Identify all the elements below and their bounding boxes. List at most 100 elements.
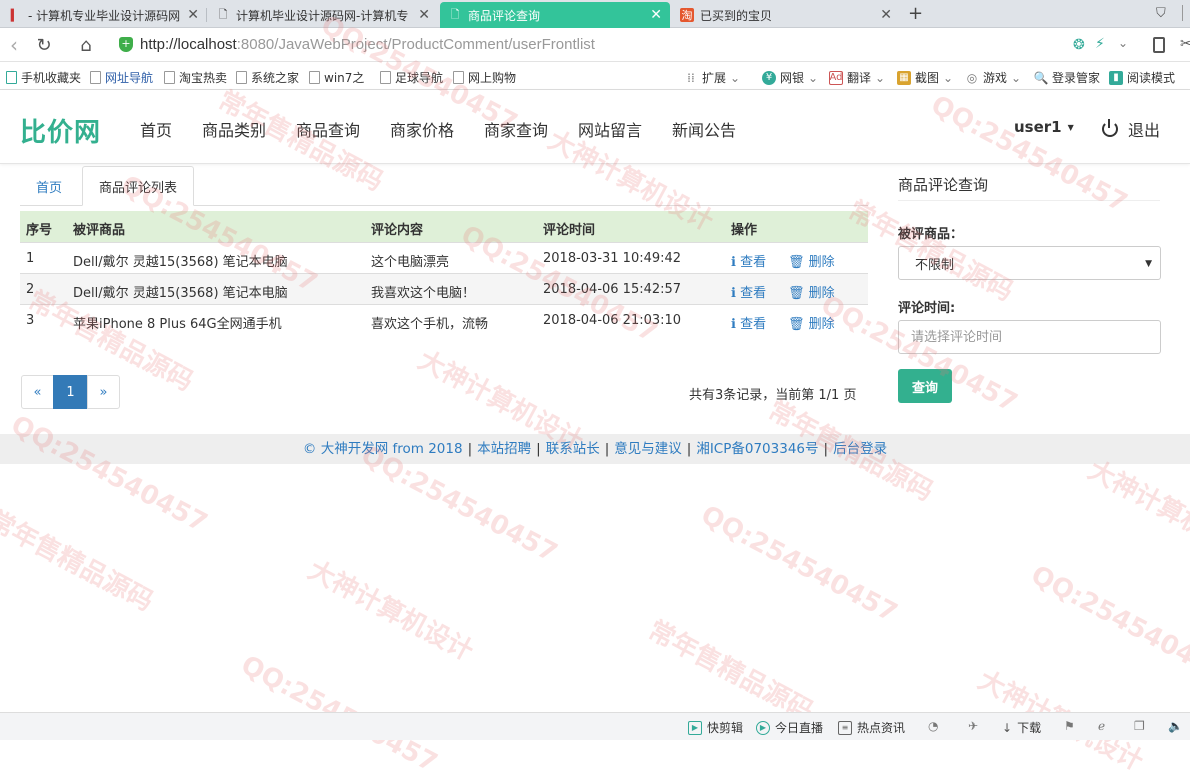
row-time: 2018-04-06 15:42:57 bbox=[543, 282, 682, 297]
breadcrumb-home[interactable]: 首页 bbox=[20, 166, 78, 206]
browser-tab-active[interactable]: 🗋 商品评论查询 ✕ bbox=[440, 2, 670, 28]
comment-time-input[interactable] bbox=[898, 320, 1161, 354]
table-row: 3 苹果iPhone 8 Plus 64G全网通手机 喜欢这个手机，流畅 201… bbox=[20, 304, 868, 335]
bookmark-item[interactable]: 手机收藏夹 bbox=[6, 69, 81, 86]
flag-icon[interactable]: ⚑ bbox=[1064, 719, 1075, 733]
view-button[interactable]: ℹ 查看 bbox=[731, 282, 766, 301]
bookmark-item[interactable]: 足球导航 bbox=[380, 69, 443, 86]
user-menu[interactable]: user1 ▼ bbox=[1014, 118, 1074, 136]
extensions-button[interactable]: ⁞⁞ 扩展 ⌄ bbox=[684, 69, 740, 86]
search-button[interactable]: 查询 bbox=[898, 369, 952, 403]
games-button[interactable]: ◎ 游戏 ⌄ bbox=[965, 69, 1021, 86]
trash-icon: 🗑 bbox=[788, 286, 805, 301]
footer-link[interactable]: 联系站长 bbox=[546, 441, 600, 457]
scissors-icon[interactable]: ✂ bbox=[1180, 36, 1190, 52]
view-button[interactable]: ℹ 查看 bbox=[731, 251, 766, 270]
chevron-down-icon[interactable]: ⌄ bbox=[1118, 36, 1128, 50]
nav-product-category[interactable]: 商品类别 bbox=[202, 117, 266, 141]
nav-product-search[interactable]: 商品查询 bbox=[296, 117, 360, 141]
bookmark-item[interactable]: 网上购物 bbox=[453, 69, 516, 86]
bookmark-item[interactable]: win7之 bbox=[309, 69, 364, 86]
page-icon bbox=[90, 71, 101, 84]
refresh-plugin-icon[interactable]: ❂ bbox=[1073, 37, 1085, 53]
document-icon: 🗋 bbox=[218, 7, 228, 21]
window-control[interactable] bbox=[1182, 5, 1190, 21]
shirt-icon[interactable]: ⛉ bbox=[1156, 6, 1166, 21]
delete-button[interactable]: 🗑 删除 bbox=[788, 251, 835, 270]
reload-icon[interactable]: ↻ bbox=[32, 34, 56, 56]
close-icon[interactable]: ✕ bbox=[418, 7, 430, 23]
news-icon: ≡ bbox=[838, 720, 852, 735]
lightning-icon[interactable]: ⚡ bbox=[1095, 36, 1105, 52]
close-icon[interactable]: ✕ bbox=[187, 7, 199, 23]
phone-icon[interactable] bbox=[1153, 37, 1165, 53]
download-button[interactable]: ↓ 下载 bbox=[1002, 719, 1041, 736]
row-time: 2018-04-06 21:03:10 bbox=[543, 313, 682, 328]
caret-down-icon: ▼ bbox=[1145, 259, 1152, 269]
translate-icon: Ad bbox=[829, 70, 843, 85]
translate-button[interactable]: Ad 翻译 ⌄ bbox=[829, 69, 885, 86]
url-host: http://localhost bbox=[140, 36, 237, 53]
url-field[interactable]: http://localhost:8080/JavaWebProject/Pro… bbox=[140, 36, 595, 53]
prev-page-button[interactable]: « bbox=[21, 375, 54, 409]
browser-e-icon[interactable]: ℯ bbox=[1098, 719, 1105, 733]
table-row: 2 Dell/戴尔 灵越15(3568) 笔记本电脑 我喜欢这个电脑！ 2018… bbox=[20, 273, 868, 304]
browser-tab[interactable]: 淘 已买到的宝贝 ✕ bbox=[672, 2, 900, 28]
nav-merchant-price[interactable]: 商家价格 bbox=[390, 117, 454, 141]
browser-tab[interactable]: ▍ - 计算机专业毕业设计源码网 ✕ bbox=[0, 2, 207, 28]
user-name: user1 bbox=[1014, 118, 1062, 136]
browser-status-bar: ▶ 快剪辑 ▶ 今日直播 ≡ 热点资讯 ◔ ✈ ↓ 下载 ⚑ ℯ ❐ 🔈 bbox=[0, 712, 1190, 740]
delete-button[interactable]: 🗑 删除 bbox=[788, 313, 835, 332]
live-button[interactable]: ▶ 今日直播 bbox=[756, 719, 823, 736]
caret-down-icon: ▼ bbox=[1067, 123, 1074, 132]
new-tab-button[interactable]: + bbox=[908, 3, 923, 24]
back-icon[interactable]: ‹ bbox=[2, 33, 26, 57]
security-shield-icon[interactable]: + bbox=[119, 37, 133, 52]
window-icon[interactable]: ❐ bbox=[1134, 719, 1145, 733]
product-select[interactable]: 不限制 ▼ bbox=[898, 246, 1161, 280]
breadcrumb-current[interactable]: 商品评论列表 bbox=[82, 166, 195, 206]
address-bar: ‹ ↻ ⌂ + http://localhost:8080/JavaWebPro… bbox=[0, 28, 1190, 62]
bookmarks-bar: 手机收藏夹 网址导航 淘宝热卖 系统之家 win7之 足球导航 网上购物 ⁞⁞ 扩… bbox=[0, 62, 1190, 90]
bank-button[interactable]: ¥ 网银 ⌄ bbox=[762, 69, 818, 86]
download-icon: ↓ bbox=[1002, 720, 1013, 735]
copyright: © 大神开发网 from 2018 bbox=[302, 441, 463, 457]
hot-news-button[interactable]: ≡ 热点资讯 bbox=[838, 719, 905, 736]
chevron-down-icon: ⌄ bbox=[1011, 70, 1022, 85]
bookmark-item[interactable]: 网址导航 bbox=[90, 69, 153, 86]
row-product: Dell/戴尔 灵越15(3568) 笔记本电脑 bbox=[73, 255, 288, 270]
bookmark-item[interactable]: 淘宝热卖 bbox=[164, 69, 227, 86]
row-product: 苹果iPhone 8 Plus 64G全网通手机 bbox=[73, 317, 282, 332]
site-logo[interactable]: 比价网 bbox=[20, 112, 101, 149]
next-page-button[interactable]: » bbox=[87, 375, 120, 409]
table-divider bbox=[20, 304, 868, 305]
close-icon[interactable]: ✕ bbox=[880, 7, 892, 23]
reader-mode-button[interactable]: ▮ 阅读模式 bbox=[1109, 69, 1175, 86]
nav-news[interactable]: 新闻公告 bbox=[672, 117, 736, 141]
logout-button[interactable]: 退出 bbox=[1102, 117, 1160, 141]
login-manager-button[interactable]: 🔍 登录管家 bbox=[1034, 69, 1100, 86]
nav-guestbook[interactable]: 网站留言 bbox=[578, 117, 642, 141]
footer-link[interactable]: 湘ICP备0703346号 bbox=[696, 441, 818, 457]
nav-home[interactable]: 首页 bbox=[140, 117, 172, 141]
view-button[interactable]: ℹ 查看 bbox=[731, 313, 766, 332]
current-page-button[interactable]: 1 bbox=[53, 375, 88, 409]
delete-button[interactable]: 🗑 删除 bbox=[788, 282, 835, 301]
footer-link[interactable]: 本站招聘 bbox=[477, 441, 531, 457]
nav-merchant-search[interactable]: 商家查询 bbox=[484, 117, 548, 141]
column-header: 被评商品 bbox=[73, 223, 126, 238]
footer-link[interactable]: 意见与建议 bbox=[614, 441, 682, 457]
speed-icon[interactable]: ◔ bbox=[928, 719, 938, 733]
close-icon[interactable]: ✕ bbox=[650, 7, 662, 23]
site-navbar: 比价网 首页 商品类别 商品查询 商家价格 商家查询 网站留言 新闻公告 use… bbox=[0, 90, 1190, 164]
rocket-icon[interactable]: ✈ bbox=[968, 719, 978, 733]
home-icon[interactable]: ⌂ bbox=[74, 34, 98, 56]
footer-link[interactable]: 后台登录 bbox=[833, 441, 887, 457]
browser-tab[interactable]: 🗋 计算机毕业设计源码网-计算机专 ✕ bbox=[208, 2, 438, 28]
quick-clip-button[interactable]: ▶ 快剪辑 bbox=[688, 719, 743, 736]
info-icon: ℹ bbox=[731, 255, 736, 270]
speaker-icon[interactable]: 🔈 bbox=[1168, 719, 1183, 733]
chevron-down-icon: ⌄ bbox=[808, 70, 819, 85]
bookmark-item[interactable]: 系统之家 bbox=[236, 69, 299, 86]
screenshot-button[interactable]: ▦ 截图 ⌄ bbox=[897, 69, 953, 86]
